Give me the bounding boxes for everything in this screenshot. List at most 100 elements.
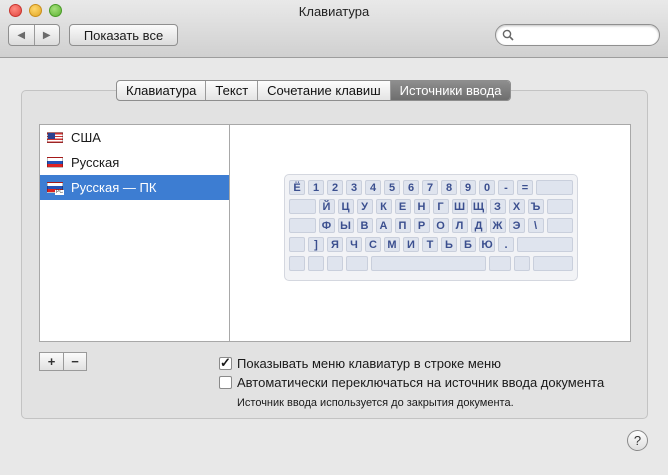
key: Э xyxy=(508,218,525,233)
command-key xyxy=(346,256,368,271)
key: Ю xyxy=(479,237,495,252)
key: Ъ xyxy=(527,199,544,214)
key: П xyxy=(394,218,411,233)
key: Щ xyxy=(470,199,487,214)
key: С xyxy=(365,237,381,252)
return-key xyxy=(546,218,573,233)
control-key xyxy=(308,256,324,271)
search-icon xyxy=(502,29,514,41)
caps-lock-key xyxy=(289,218,316,233)
us-flag-icon xyxy=(47,132,63,143)
search-input[interactable] xyxy=(518,27,653,43)
key: У xyxy=(356,199,373,214)
back-forward-control: ◀ ▶ xyxy=(8,24,60,46)
window-title: Клавиатура xyxy=(298,4,370,19)
key: ] xyxy=(308,237,324,252)
tab-input-sources[interactable]: Источники ввода xyxy=(389,81,511,100)
tab-keyboard[interactable]: Клавиатура xyxy=(117,81,205,100)
key: 6 xyxy=(403,180,419,195)
key: \ xyxy=(527,218,544,233)
key: - xyxy=(498,180,514,195)
key: . xyxy=(498,237,514,252)
help-button[interactable]: ? xyxy=(627,430,648,451)
keyboard-row: Ё 1 2 3 4 5 6 7 8 9 0 - = xyxy=(289,180,573,195)
back-arrow-icon[interactable]: ◀ xyxy=(9,25,34,45)
source-item-russian[interactable]: Русская xyxy=(40,150,229,175)
forward-arrow-icon[interactable]: ▶ xyxy=(33,25,60,45)
window-titlebar: Клавиатура ◀ ▶ Показать все xyxy=(0,0,668,58)
key: Г xyxy=(432,199,449,214)
russia-flag-icon xyxy=(47,157,63,168)
key: 1 xyxy=(308,180,324,195)
key: В xyxy=(356,218,373,233)
source-item-label: Русская — ПК xyxy=(71,180,157,195)
key: Ч xyxy=(346,237,362,252)
key: Ф xyxy=(318,218,335,233)
spacebar-key xyxy=(371,256,486,271)
show-menu-checkbox[interactable] xyxy=(219,355,232,371)
keyboard-row xyxy=(289,256,573,271)
return-key-top xyxy=(546,199,573,214)
auto-switch-label: Автоматически переключаться на источник … xyxy=(237,375,605,390)
source-item-label: США xyxy=(71,130,101,145)
show-all-button[interactable]: Показать все xyxy=(69,24,178,46)
key: Н xyxy=(413,199,430,214)
key: Х xyxy=(508,199,525,214)
key: М xyxy=(384,237,400,252)
auto-switch-checkbox[interactable] xyxy=(219,376,232,389)
source-item-label: Русская xyxy=(71,155,120,170)
tab-shortcuts[interactable]: Сочетание клавиш xyxy=(257,81,389,100)
key: Ы xyxy=(337,218,354,233)
arrow-keys xyxy=(533,256,573,271)
key: 2 xyxy=(327,180,343,195)
keyboard-layout-preview: Ё 1 2 3 4 5 6 7 8 9 0 - = Й Ц У К Е Н Г … xyxy=(284,174,578,281)
keyboard-row: ] Я Ч С М И Т Ь Б Ю . xyxy=(289,237,573,252)
key: Т xyxy=(422,237,438,252)
key: Ё xyxy=(289,180,305,195)
auto-switch-note: Источник ввода используется до закрытия … xyxy=(237,397,514,409)
keyboard-row: Й Ц У К Е Н Г Ш Щ З Х Ъ xyxy=(289,199,573,214)
show-menu-option[interactable]: Показывать меню клавиатур в строке меню xyxy=(219,355,501,371)
show-menu-label: Показывать меню клавиатур в строке меню xyxy=(237,356,501,371)
key: Б xyxy=(460,237,476,252)
preferences-tab-bar: Клавиатура Текст Сочетание клавиш Источн… xyxy=(116,80,512,101)
tab-key xyxy=(289,199,316,214)
key: Ц xyxy=(337,199,354,214)
key: Е xyxy=(394,199,411,214)
key: 4 xyxy=(365,180,381,195)
source-item-usa[interactable]: США xyxy=(40,125,229,150)
right-option-key xyxy=(514,256,530,271)
option-key xyxy=(327,256,343,271)
input-source-list: США Русская PC Русская — ПК xyxy=(39,124,230,342)
key: 9 xyxy=(460,180,476,195)
right-shift-key xyxy=(517,237,573,252)
key: А xyxy=(375,218,392,233)
right-command-key xyxy=(489,256,511,271)
key: Л xyxy=(451,218,468,233)
backspace-key xyxy=(536,180,573,195)
add-source-button[interactable]: + xyxy=(40,353,63,370)
fn-key xyxy=(289,256,305,271)
key: Я xyxy=(327,237,343,252)
russia-pc-flag-icon: PC xyxy=(47,182,64,195)
keyboard-row: Ф Ы В А П Р О Л Д Ж Э \ xyxy=(289,218,573,233)
key: 5 xyxy=(384,180,400,195)
search-field[interactable] xyxy=(495,24,660,46)
remove-source-button[interactable]: − xyxy=(63,353,86,370)
source-item-russian-pc[interactable]: PC Русская — ПК xyxy=(40,175,229,200)
key: Ш xyxy=(451,199,468,214)
key: И xyxy=(403,237,419,252)
key: О xyxy=(432,218,449,233)
add-remove-control: + − xyxy=(39,352,87,371)
key: К xyxy=(375,199,392,214)
key: Д xyxy=(470,218,487,233)
key: Ж xyxy=(489,218,506,233)
key: 7 xyxy=(422,180,438,195)
auto-switch-option[interactable]: Автоматически переключаться на источник … xyxy=(219,375,604,390)
key: 0 xyxy=(479,180,495,195)
key: = xyxy=(517,180,533,195)
key: Й xyxy=(318,199,335,214)
key: Р xyxy=(413,218,430,233)
tab-text[interactable]: Текст xyxy=(205,81,257,100)
key: 8 xyxy=(441,180,457,195)
